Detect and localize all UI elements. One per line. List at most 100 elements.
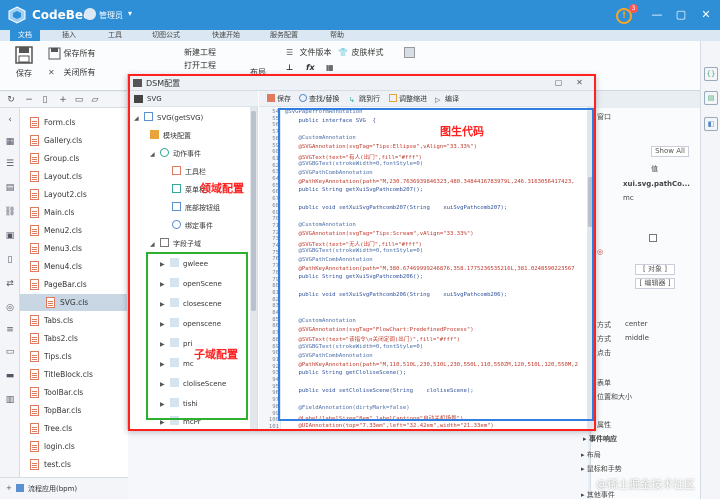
file-item[interactable]: Tabs2.cls — [30, 330, 78, 347]
annotation-sub-config: 子域配置 — [194, 348, 238, 361]
user-avatar-icon[interactable] — [84, 8, 96, 20]
file-item[interactable]: Layout.cls — [30, 168, 82, 185]
file-name: Tips.cls — [44, 352, 72, 361]
event-layout[interactable]: ▸ 布局 — [581, 450, 601, 460]
grid-button[interactable]: ▦ — [326, 63, 334, 72]
tab-quick-start[interactable]: 快速开始 — [212, 30, 240, 41]
skin-style-label: 皮肤样式 — [351, 48, 384, 57]
file-item[interactable]: Tips.cls — [30, 348, 72, 365]
shuffle-icon[interactable]: ⇄ — [4, 278, 16, 290]
list-icon: ☰ — [286, 48, 294, 57]
file-item[interactable]: login.cls — [30, 438, 75, 455]
open-project-button[interactable]: 打开工程 — [184, 60, 216, 71]
attr-label[interactable]: 属性 — [597, 420, 611, 430]
file-item[interactable]: Layout2.cls — [30, 186, 87, 203]
link-icon[interactable]: ⛓ — [4, 206, 16, 218]
tab-insert[interactable]: 插入 — [62, 30, 76, 41]
file-name: Tabs.cls — [44, 316, 74, 325]
event-mouse[interactable]: ▸ 鼠标和手势 — [581, 464, 622, 474]
object-button[interactable]: [ 对象 ] — [635, 264, 675, 275]
file-item[interactable]: Form.cls — [30, 114, 75, 131]
right-rail: {} ▤ ◧ — [700, 41, 720, 499]
file-icon — [46, 297, 55, 308]
tab-document[interactable]: 文档 — [10, 30, 40, 41]
file-name: Menu4.cls — [44, 262, 82, 271]
file-icon — [30, 459, 39, 470]
file-name: Group.cls — [44, 154, 80, 163]
close-button[interactable]: ✕ — [697, 6, 715, 24]
refresh-icon[interactable]: ↻ — [6, 95, 16, 105]
save-all-button[interactable]: 保存所有 — [48, 47, 96, 60]
form-icon[interactable]: ▥ — [4, 394, 16, 406]
new-file-icon[interactable]: ▯ — [40, 95, 50, 105]
file-item-selected[interactable]: SVG.cls — [20, 294, 128, 311]
panel-icon[interactable]: ▣ — [4, 230, 16, 242]
tab-icon[interactable]: ▬ — [4, 370, 16, 382]
layers-icon[interactable]: ◧ — [704, 117, 718, 131]
tab-formula[interactable]: 切图公式 — [152, 30, 180, 41]
expand-icon[interactable]: + — [6, 484, 12, 492]
user-name[interactable]: 管理员 — [99, 10, 123, 21]
show-all-button[interactable]: Show All — [651, 146, 689, 157]
file-name: test.cls — [44, 460, 71, 469]
file-item[interactable]: PageBar.cls — [30, 276, 87, 293]
grid-icon[interactable]: ▦ — [4, 136, 16, 148]
file-item[interactable]: TitleBlock.cls — [30, 366, 93, 383]
side-strip: ‹ ▦ ☰ ▤ ⛓ ▣ ▯ ⇄ ◎ ≡ ▭ ▬ ▥ — [0, 108, 20, 499]
chevron-left-icon[interactable]: ‹ — [4, 114, 16, 126]
window-icon[interactable]: ▭ — [4, 346, 16, 358]
file-name: Tabs2.cls — [44, 334, 78, 343]
sliders-icon[interactable]: ≡ — [4, 324, 16, 336]
file-item[interactable]: Menu4.cls — [30, 258, 82, 275]
align-icon: ⊥ — [286, 63, 294, 72]
file-item[interactable]: Tree.cls — [30, 420, 72, 437]
file-icon — [30, 387, 39, 398]
file-item[interactable]: test.cls — [30, 456, 71, 473]
target-icon[interactable]: ◎ — [4, 302, 16, 314]
valign-value[interactable]: middle — [625, 334, 649, 342]
file-name: Menu2.cls — [44, 226, 82, 235]
file-item[interactable]: Tabs.cls — [30, 312, 74, 329]
file-item[interactable]: Menu3.cls — [30, 240, 82, 257]
editor-button[interactable]: [ 编辑器 ] — [635, 278, 675, 289]
folder-icon[interactable]: ▭ — [74, 95, 84, 105]
braces-icon[interactable]: {} — [704, 67, 718, 81]
fx-button[interactable]: fx — [306, 63, 315, 72]
save-button[interactable]: 保存 — [16, 68, 32, 79]
file-item[interactable]: Group.cls — [30, 150, 80, 167]
events-header[interactable]: ▸ 事件响应 — [583, 434, 617, 444]
tab-service-config[interactable]: 服务配置 — [270, 30, 298, 41]
position-label[interactable]: 位置和大小 — [597, 392, 632, 402]
minus-icon[interactable]: − — [24, 95, 34, 105]
maximize-button[interactable]: ▢ — [672, 6, 690, 24]
table-icon[interactable]: ▤ — [4, 182, 16, 194]
align-value[interactable]: center — [625, 320, 648, 328]
properties-panel: 窗口 Show All 值 xui.svg.pathCo... mc ◎ [ 对… — [581, 108, 700, 499]
doc-icon[interactable]: ▤ — [704, 91, 718, 105]
file-item[interactable]: Gallery.cls — [30, 132, 82, 149]
list-icon[interactable]: ☰ — [4, 158, 16, 170]
skin-style-button[interactable]: 👕 皮肤样式 — [338, 47, 384, 58]
bpm-label[interactable]: 流程应用(bpm) — [28, 484, 77, 494]
events-header-label: 事件响应 — [588, 435, 617, 443]
add-icon[interactable]: + — [58, 95, 68, 105]
prop-checkbox[interactable] — [649, 234, 657, 242]
new-project-button[interactable]: 新建工程 — [184, 47, 216, 58]
doc-icon[interactable]: ▯ — [4, 254, 16, 266]
tab-tools[interactable]: 工具 — [108, 30, 122, 41]
open-folder-icon[interactable]: ▱ — [90, 95, 100, 105]
minimize-button[interactable]: — — [648, 6, 666, 24]
file-icon — [30, 135, 39, 146]
file-item[interactable]: Main.cls — [30, 204, 74, 221]
file-version-label: 文件版本 — [299, 48, 332, 57]
file-version-button[interactable]: ☰ 文件版本 — [286, 47, 332, 58]
file-item[interactable]: ToolBar.cls — [30, 384, 83, 401]
theme-button[interactable] — [404, 47, 415, 60]
tab-help[interactable]: 帮助 — [330, 30, 344, 41]
file-item[interactable]: TopBar.cls — [30, 402, 81, 419]
close-all-button[interactable]: ✕ 关闭所有 — [48, 67, 96, 78]
event-layout-label: 布局 — [586, 451, 601, 459]
align-button[interactable]: ⊥ — [286, 63, 293, 72]
chevron-down-icon[interactable]: ▾ — [128, 9, 132, 18]
file-item[interactable]: Menu2.cls — [30, 222, 82, 239]
